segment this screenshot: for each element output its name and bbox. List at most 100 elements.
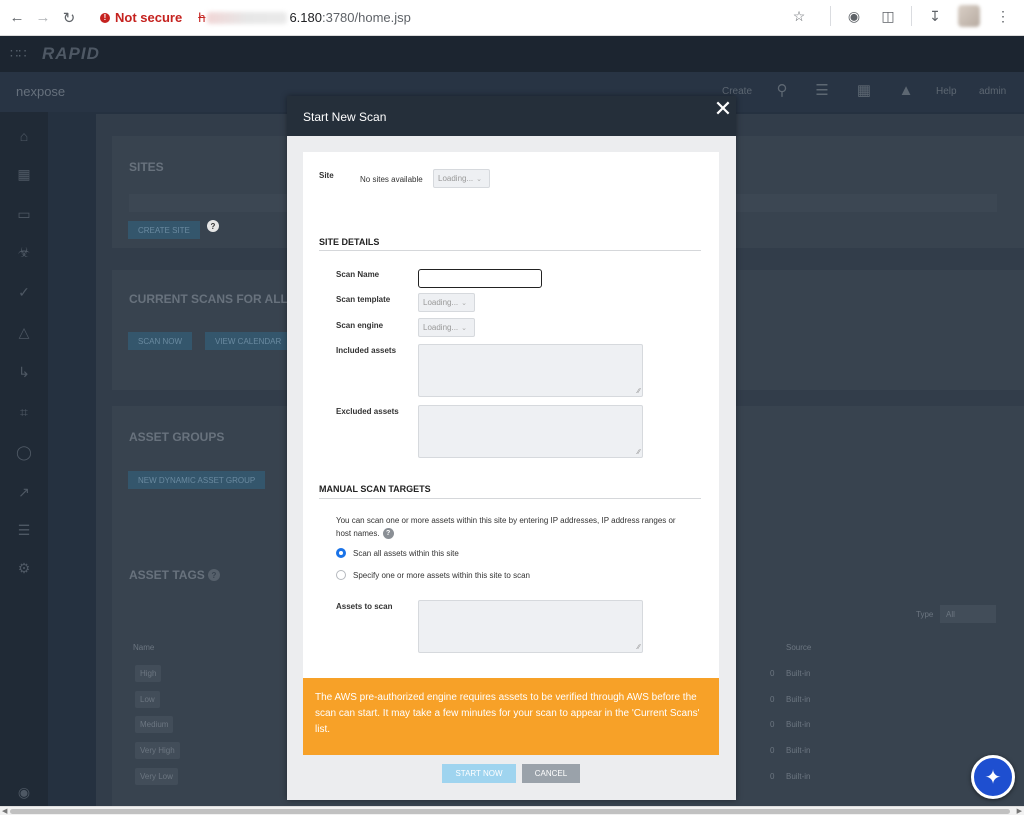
automation-icon[interactable]: ⌗ (14, 402, 34, 422)
tag-count: 0 (770, 695, 775, 704)
aws-warning-text: The AWS pre-authorized engine requires a… (315, 692, 700, 735)
nexpose-logo: nexpose (16, 84, 66, 99)
tag-source: Built-in (786, 720, 811, 729)
remediation-icon[interactable]: ↳ (14, 362, 34, 382)
chevron-down-icon: ⌄ (461, 299, 468, 307)
url-redacted (207, 11, 288, 24)
scan-engine-select[interactable]: Loading... ⌄ (418, 318, 475, 337)
dialog-body: Site No sites available Loading... ⌄ SITE… (303, 152, 719, 754)
chevron-down-icon: ⌄ (461, 324, 468, 332)
scan-all-assets-radio[interactable] (336, 548, 346, 558)
type-filter-label: Type (916, 610, 934, 619)
specify-assets-label[interactable]: Specify one or more assets within this s… (353, 571, 530, 580)
certificates-icon[interactable]: ◯ (14, 442, 34, 462)
tag-name[interactable]: Medium (135, 716, 174, 733)
scan-all-assets-label[interactable]: Scan all assets within this site (353, 549, 459, 558)
included-assets-label: Included assets (336, 346, 397, 355)
back-icon[interactable]: ← (4, 5, 30, 31)
collapse-icon[interactable]: ◉ (14, 782, 34, 802)
download-icon[interactable]: ↧ (924, 5, 946, 27)
scan-engine-value: Loading... (423, 323, 459, 332)
type-filter-value: All (946, 610, 955, 619)
policies-icon[interactable]: ✓ (14, 282, 34, 302)
scroll-left-icon[interactable]: ◀ (2, 807, 7, 815)
assets-icon[interactable]: ▭ (14, 204, 34, 224)
tag-source: Built-in (786, 695, 811, 704)
camera-icon[interactable]: ◉ (843, 5, 865, 27)
forward-icon[interactable]: → (30, 5, 56, 31)
tickets-icon[interactable]: ☰ (14, 520, 34, 540)
help-icon[interactable]: ? (382, 528, 394, 540)
asset-search-icon[interactable]: ☰ (812, 80, 832, 100)
home-icon[interactable]: ⌂ (14, 126, 34, 146)
view-calendar-button[interactable]: VIEW CALENDAR (205, 332, 292, 350)
site-select[interactable]: Loading... ⌄ (433, 169, 490, 188)
column-header-name[interactable]: Name (133, 643, 154, 652)
assets-to-scan-textarea[interactable]: ∕∕ (418, 600, 643, 653)
start-new-scan-dialog: Start New Scan Site No sites available L… (287, 96, 736, 800)
close-icon[interactable]: ✕ (712, 98, 734, 120)
divider (319, 250, 701, 251)
profile-avatar[interactable] (958, 5, 980, 27)
calendar-icon[interactable]: ▦ (854, 80, 874, 100)
type-filter-select[interactable]: All (940, 605, 996, 623)
column-header-source[interactable]: Source (786, 643, 811, 652)
scrollbar-thumb[interactable] (10, 809, 1010, 814)
divider (830, 6, 831, 26)
scan-name-input[interactable] (418, 269, 542, 288)
scroll-right-icon[interactable]: ▶ (1017, 807, 1022, 815)
chevron-down-icon: ⌄ (476, 175, 483, 183)
extensions-icon[interactable]: ◫ (877, 5, 899, 27)
user-menu[interactable]: admin (979, 86, 1006, 97)
asset-tags-title: ASSET TAGS (129, 568, 205, 582)
apps-grid-icon[interactable]: ∷∷ (10, 46, 27, 61)
assets-to-scan-label: Assets to scan (336, 602, 393, 611)
start-now-button[interactable]: START NOW (442, 764, 516, 783)
scan-template-value: Loading... (423, 298, 459, 307)
app-top-header: ∷∷ RAPID (0, 36, 1024, 72)
tag-count: 0 (770, 746, 775, 755)
horizontal-scrollbar[interactable]: ◀ ▶ (0, 806, 1024, 815)
tag-count: 0 (770, 669, 775, 678)
warning-icon: ! (100, 12, 110, 23)
url-path: :3780/home.jsp (321, 10, 411, 25)
tag-name[interactable]: Very High (135, 742, 180, 759)
bookmark-star-icon[interactable]: ☆ (788, 5, 810, 27)
menu-kebab-icon[interactable]: ⋮ (992, 5, 1014, 27)
notifications-icon[interactable]: ▲ (896, 80, 916, 100)
cancel-button[interactable]: CANCEL (522, 764, 580, 783)
settings-gear-icon[interactable]: ⚙ (14, 558, 34, 578)
excluded-assets-textarea[interactable]: ∕∕ (418, 405, 643, 458)
scan-engine-label: Scan engine (336, 321, 384, 330)
site-label: Site (319, 171, 334, 180)
tag-name[interactable]: Very Low (135, 768, 178, 785)
specify-assets-radio[interactable] (336, 570, 346, 580)
left-nav-rail: ⌂ ▦ ▭ ☣ ✓ △ ↳ ⌗ ◯ ↗ ☰ ⚙ ◉ (0, 112, 48, 806)
tag-name[interactable]: Low (135, 691, 160, 708)
search-icon[interactable]: ⚲ (772, 80, 792, 100)
scan-now-button[interactable]: SCAN NOW (128, 332, 192, 350)
scan-template-select[interactable]: Loading... ⌄ (418, 293, 475, 312)
included-assets-textarea[interactable]: ∕∕ (418, 344, 643, 397)
reports-icon[interactable]: ↗ (14, 482, 34, 502)
help-icon[interactable]: ? (207, 220, 219, 232)
dialog-header: Start New Scan (287, 96, 736, 136)
address-bar[interactable]: h 6.180 :3780/home.jsp (198, 10, 411, 25)
create-site-button[interactable]: CREATE SITE (128, 221, 200, 239)
security-indicator[interactable]: ! Not secure (100, 10, 182, 25)
resize-grip-icon[interactable]: ∕∕ (638, 449, 640, 456)
guide-compass-icon[interactable]: ✦ (971, 755, 1015, 799)
reload-icon[interactable]: ↻ (56, 5, 82, 31)
site-select-value: Loading... (438, 174, 474, 183)
new-dynamic-asset-group-button[interactable]: NEW DYNAMIC ASSET GROUP (128, 471, 266, 489)
help-link[interactable]: Help (936, 86, 957, 97)
dashboard-icon[interactable]: ▦ (14, 164, 34, 184)
resize-grip-icon[interactable]: ∕∕ (638, 388, 640, 395)
exceptions-icon[interactable]: △ (14, 322, 34, 342)
help-icon[interactable]: ? (208, 569, 220, 581)
dialog-title: Start New Scan (303, 110, 387, 124)
tag-name[interactable]: High (135, 665, 162, 682)
resize-grip-icon[interactable]: ∕∕ (638, 644, 640, 651)
tag-source: Built-in (786, 746, 811, 755)
vulnerabilities-icon[interactable]: ☣ (14, 242, 34, 262)
